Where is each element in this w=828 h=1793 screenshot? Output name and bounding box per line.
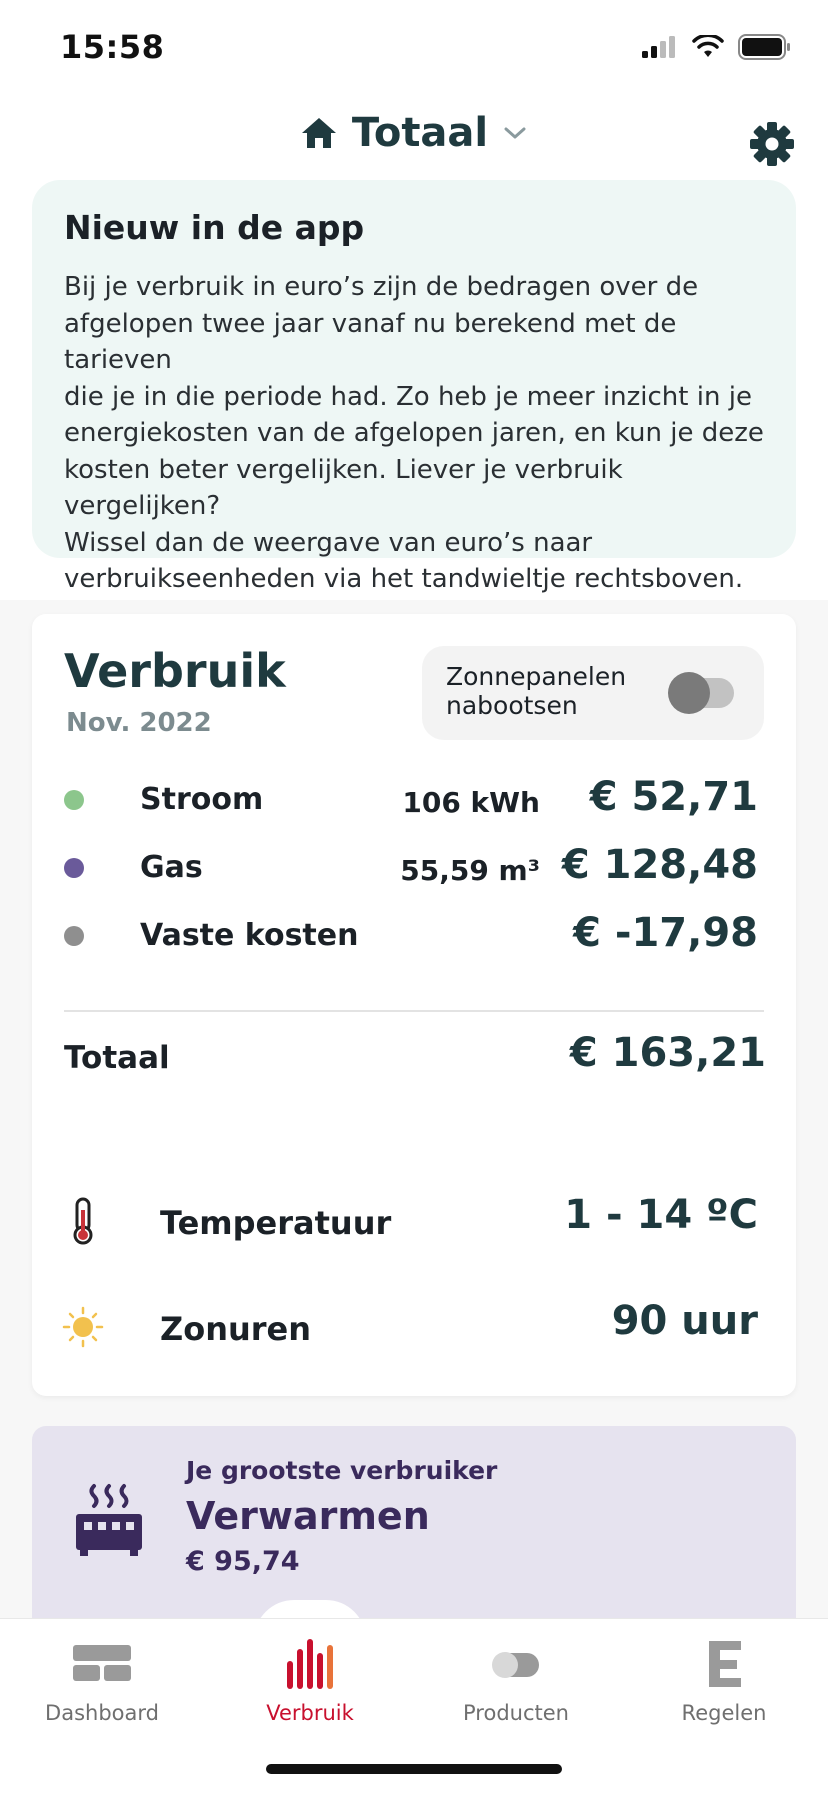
temperature-value: 1 - 14 ºC [564, 1192, 758, 1238]
nav-label: Regelen [681, 1701, 767, 1725]
total-amount: € 163,21 [569, 1030, 766, 1076]
consumer-title: Verwarmen [186, 1494, 430, 1538]
total-label: Totaal [64, 1040, 170, 1076]
wifi-icon [692, 35, 724, 57]
nav-label: Producten [463, 1701, 569, 1725]
nav-item-dashboard[interactable]: Dashboard [12, 1639, 192, 1749]
fixed-costs-dot [64, 926, 84, 946]
solar-label-line: nabootsen [446, 691, 578, 720]
consumer-kicker: Je grootste verbruiker [186, 1456, 498, 1485]
info-line: energiekosten van de afgelopen jaren, en… [64, 418, 764, 448]
toggle-knob [668, 672, 710, 714]
usage-row-vaste-kosten[interactable]: Vaste kosten € -17,98 [62, 910, 766, 960]
nav-label: Dashboard [45, 1701, 159, 1725]
biggest-consumer-card[interactable]: Je grootste verbruiker Verwarmen € 95,74 [32, 1426, 796, 1626]
gear-icon[interactable] [748, 120, 796, 168]
nav-label: Verbruik [266, 1701, 354, 1725]
gas-dot [64, 858, 84, 878]
info-line: kosten beter vergelijken. Liever je verb… [64, 454, 623, 522]
sun-hours-row: Zonuren 90 uur [62, 1298, 766, 1358]
row-unit-value: 55,59 m³ [400, 854, 540, 887]
info-card-text: Bij je verbruik in euro’s zijn de bedrag… [64, 269, 764, 598]
signal-icon [642, 36, 675, 58]
usage-period[interactable]: Nov. 2022 [66, 708, 212, 738]
info-line: Wissel dan de weergave van euro’s naar [64, 527, 593, 558]
location-selector[interactable]: Totaal [0, 110, 828, 156]
dashboard-icon [73, 1645, 131, 1681]
status-bar: 15:58 [0, 0, 828, 100]
status-icons [642, 34, 792, 60]
info-line: verbruikseenheden via het tandwieltje re… [64, 564, 744, 594]
solar-toggle-switch[interactable] [668, 672, 734, 714]
info-line: die je in die periode had. Zo heb je mee… [64, 381, 752, 412]
nav-item-producten[interactable]: Producten [426, 1639, 606, 1749]
solar-toggle-label: Zonnepanelen nabootsen [446, 662, 626, 720]
chevron-down-icon [504, 127, 526, 139]
info-card-title: Nieuw in de app [64, 208, 365, 247]
thermometer-icon [73, 1197, 93, 1245]
status-time: 15:58 [60, 28, 165, 66]
temperature-label: Temperatuur [160, 1204, 392, 1242]
solar-panels-toggle-box[interactable]: Zonnepanelen nabootsen [422, 646, 764, 740]
info-card: Nieuw in de app Bij je verbruik in euro’… [32, 180, 796, 594]
stroom-dot [64, 790, 84, 810]
usage-row-stroom[interactable]: Stroom 106 kWh € 52,71 [62, 774, 766, 824]
nav-item-regelen[interactable]: Regelen [634, 1639, 814, 1749]
info-line: afgelopen twee jaar vanaf nu berekend me… [64, 308, 677, 376]
eneco-e-icon [709, 1641, 741, 1687]
heater-icon [76, 1484, 142, 1556]
usage-row-gas[interactable]: Gas 55,59 m³ € 128,48 [62, 842, 766, 892]
bar-chart-icon [287, 1639, 333, 1689]
row-label: Vaste kosten [140, 918, 359, 953]
top-header: Totaal [0, 100, 828, 180]
divider [64, 1010, 764, 1012]
usage-title: Verbruik [64, 644, 286, 698]
row-amount: € 52,71 [589, 774, 758, 820]
row-amount: € -17,98 [573, 910, 758, 956]
row-label: Gas [140, 850, 203, 885]
row-label: Stroom [140, 782, 264, 817]
row-unit-value: 106 kWh [402, 786, 540, 819]
sun-hours-value: 90 uur [611, 1298, 758, 1344]
nav-item-verbruik[interactable]: Verbruik [220, 1639, 400, 1749]
info-line: Bij je verbruik in euro’s zijn de bedrag… [64, 272, 699, 302]
sun-hours-label: Zonuren [160, 1310, 312, 1348]
row-amount: € 128,48 [561, 842, 758, 888]
home-icon [301, 118, 336, 148]
home-indicator [266, 1764, 562, 1774]
solar-label-line: Zonnepanelen [446, 662, 627, 691]
sun-icon [62, 1306, 104, 1348]
toggle-icon [492, 1652, 539, 1678]
consumer-amount: € 95,74 [186, 1546, 300, 1577]
usage-card: Verbruik Nov. 2022 Zonnepanelen nabootse… [32, 614, 796, 1396]
temperature-row: Temperatuur 1 - 14 ºC [62, 1192, 766, 1252]
page-title: Totaal [351, 110, 489, 156]
battery-icon [738, 34, 790, 60]
